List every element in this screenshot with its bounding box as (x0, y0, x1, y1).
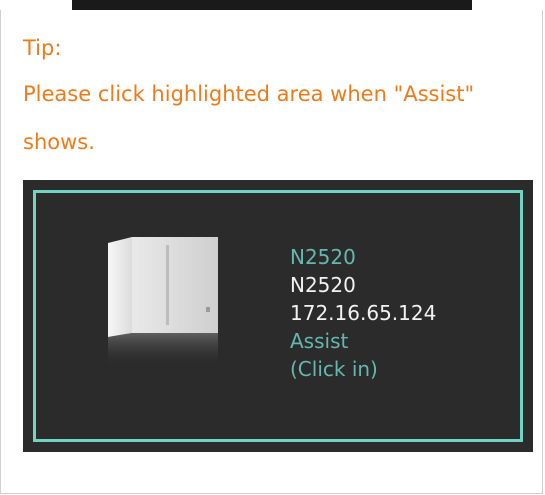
tip-title: Tip: (23, 36, 62, 60)
tip-message-line-1: Please click highlighted area when "Assi… (23, 82, 475, 106)
click-in-link[interactable]: (Click in) (290, 355, 436, 383)
device-name: N2520 (290, 273, 356, 297)
nas-device-icon (108, 237, 218, 367)
top-bar (72, 0, 472, 10)
device-card: N2520 N2520 172.16.65.124 Assist (Click … (23, 180, 533, 452)
assist-highlight-area[interactable]: N2520 N2520 172.16.65.124 Assist (Click … (33, 190, 523, 442)
tip-message-line-2: shows. (23, 130, 95, 154)
tip-panel: Tip: Please click highlighted area when … (0, 10, 543, 494)
device-model-label: N2520 (290, 245, 356, 269)
device-info: N2520 N2520 172.16.65.124 Assist (Click … (290, 243, 436, 383)
device-status-assist[interactable]: Assist (290, 327, 436, 355)
device-ip-address: 172.16.65.124 (290, 301, 437, 325)
